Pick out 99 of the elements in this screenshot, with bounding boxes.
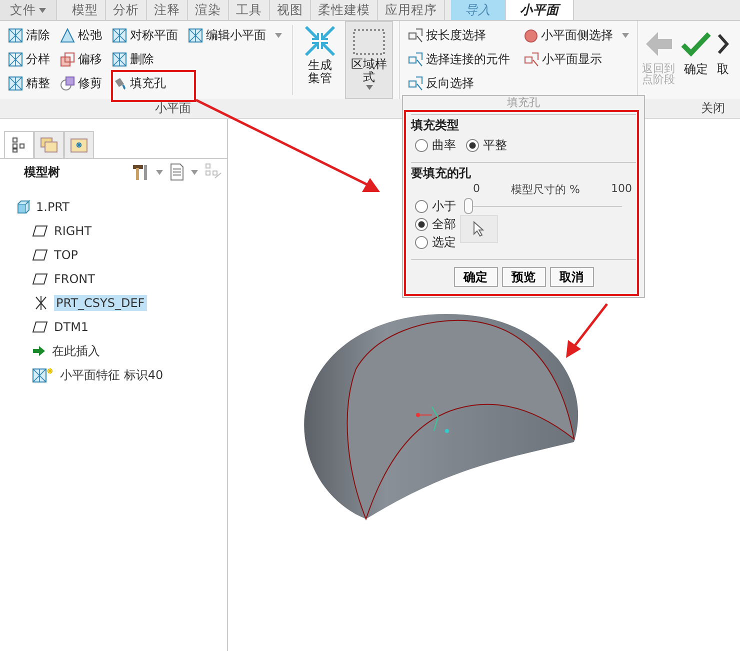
command-icon — [112, 28, 127, 43]
caret-icon — [366, 85, 373, 90]
ribbon-command[interactable]: 选择连接的元件 — [406, 49, 512, 70]
tools-icon[interactable] — [131, 163, 149, 181]
group-label: 关闭 — [701, 100, 725, 117]
caret-icon[interactable] — [156, 170, 163, 174]
command-icon — [112, 76, 127, 91]
ribbon-command[interactable]: 反向选择 — [406, 73, 512, 94]
command-icon — [408, 76, 423, 91]
command-icon — [524, 52, 539, 67]
command-icon — [8, 28, 23, 43]
command-icon — [60, 76, 75, 91]
ribbon-tab[interactable]: 小平面 — [506, 0, 574, 20]
caret-icon[interactable] — [191, 170, 198, 174]
panel-tab[interactable] — [4, 131, 34, 158]
ribbon-command[interactable]: 编辑小平面 — [186, 25, 284, 46]
ribbon-command[interactable]: 填充孔 — [110, 73, 180, 94]
dialog-button[interactable]: 取消 — [550, 267, 594, 287]
tree-item[interactable]: 小平面特征 标识40 — [58, 366, 166, 384]
ribbon-command[interactable]: 小平面显示 — [522, 49, 631, 70]
large-ribbon-button[interactable]: 区域样式 — [345, 21, 393, 99]
radio-option[interactable]: 全部 — [415, 215, 456, 233]
ribbon-tab[interactable]: 分析 — [106, 0, 147, 20]
command-icon — [8, 52, 23, 67]
radio-option[interactable]: 平整 — [466, 136, 507, 154]
dialog-title: 填充孔 — [506, 96, 541, 110]
tree-item[interactable]: RIGHT — [52, 223, 94, 239]
ribbon-command[interactable]: 按长度选择 — [406, 25, 512, 46]
pointer-icon — [473, 221, 485, 237]
hidden-tree-icon[interactable] — [205, 163, 223, 181]
scale-label: 0 — [473, 182, 480, 197]
ribbon-command[interactable]: 清除 — [6, 25, 52, 46]
part-icon — [16, 200, 30, 214]
plane-icon — [32, 249, 48, 261]
dialog-button[interactable]: 确定 — [454, 267, 498, 287]
ribbon-tab[interactable]: 视图 — [270, 0, 311, 20]
dialog-button[interactable]: 预览 — [502, 267, 546, 287]
select-button[interactable] — [460, 215, 498, 243]
section-title: 填充类型 — [411, 117, 460, 134]
list-settings-icon[interactable] — [170, 163, 184, 181]
ribbon-command[interactable]: 精整 — [6, 73, 52, 94]
slider-thumb[interactable] — [464, 198, 473, 214]
command-icon — [8, 76, 23, 91]
ribbon-command[interactable]: 修剪 — [58, 73, 104, 94]
command-icon — [408, 28, 423, 43]
ribbon-tab[interactable]: 应用程序 — [378, 0, 445, 20]
ribbon-tab[interactable]: 模型 — [65, 0, 106, 20]
radio-option[interactable]: 选定 — [415, 233, 456, 251]
plane-icon — [32, 321, 48, 333]
radio-option[interactable]: 曲率 — [415, 136, 456, 154]
command-icon — [408, 52, 423, 67]
converging-arrows-icon — [304, 25, 336, 57]
ribbon-command[interactable]: 偏移 — [58, 49, 104, 70]
radio-button[interactable] — [415, 218, 428, 230]
scale-label: 100 — [610, 182, 632, 197]
ribbon-command[interactable]: 松弛 — [58, 25, 104, 46]
tree-item[interactable]: 在此插入 — [50, 342, 102, 360]
ribbon-command[interactable]: 分样 — [6, 49, 52, 70]
group-label: 小平面 — [155, 100, 191, 117]
ribbon-command[interactable]: 小平面侧选择 — [522, 25, 631, 46]
tree-item[interactable]: PRT_CSYS_DEF — [54, 295, 147, 311]
caret-icon — [275, 33, 282, 38]
ribbon-tab[interactable]: 工具 — [229, 0, 270, 20]
circle-icon — [524, 28, 538, 42]
radio-button[interactable] — [415, 236, 428, 248]
caret-icon — [622, 33, 629, 38]
dashed-rectangle-icon — [352, 28, 386, 56]
ribbon-tab[interactable]: 柔性建模 — [311, 0, 378, 20]
ribbon-tab[interactable]: 注释 — [147, 0, 188, 20]
ribbon-button[interactable]: 确定 — [681, 29, 711, 75]
tree-item[interactable]: DTM1 — [52, 319, 91, 335]
command-icon — [60, 28, 75, 43]
facet-icon — [32, 367, 54, 383]
arrow-icon — [32, 345, 46, 357]
tree-item[interactable]: FRONT — [52, 271, 97, 287]
tree-item[interactable]: 1.PRT — [34, 199, 72, 215]
radio-option[interactable]: 小于 — [415, 197, 456, 215]
large-ribbon-button[interactable]: 生成集管 — [300, 25, 340, 95]
command-icon — [188, 28, 203, 43]
radio-button[interactable] — [415, 200, 428, 212]
command-icon — [60, 52, 75, 67]
radio-button[interactable] — [466, 138, 479, 152]
command-icon — [112, 52, 127, 67]
ribbon-command[interactable]: 对称平面 — [110, 25, 180, 46]
ribbon-tab[interactable]: 渲染 — [188, 0, 229, 20]
plane-icon — [32, 225, 48, 237]
plane-icon — [32, 273, 48, 285]
ribbon-button[interactable]: 取 — [717, 29, 729, 75]
folders-icon — [40, 137, 58, 153]
tree-icon — [12, 137, 26, 153]
tree-item[interactable]: TOP — [52, 247, 80, 263]
radio-button[interactable] — [415, 138, 428, 152]
panel-title: 模型树 — [24, 164, 60, 180]
annotation-arrow — [563, 302, 609, 360]
ribbon-command[interactable]: 删除 — [110, 49, 180, 70]
file-menu[interactable]: 文件 — [0, 0, 57, 20]
scale-label: 模型尺寸的 % — [511, 182, 580, 197]
section-title: 要填充的孔 — [411, 165, 472, 182]
caret-icon — [39, 8, 46, 12]
